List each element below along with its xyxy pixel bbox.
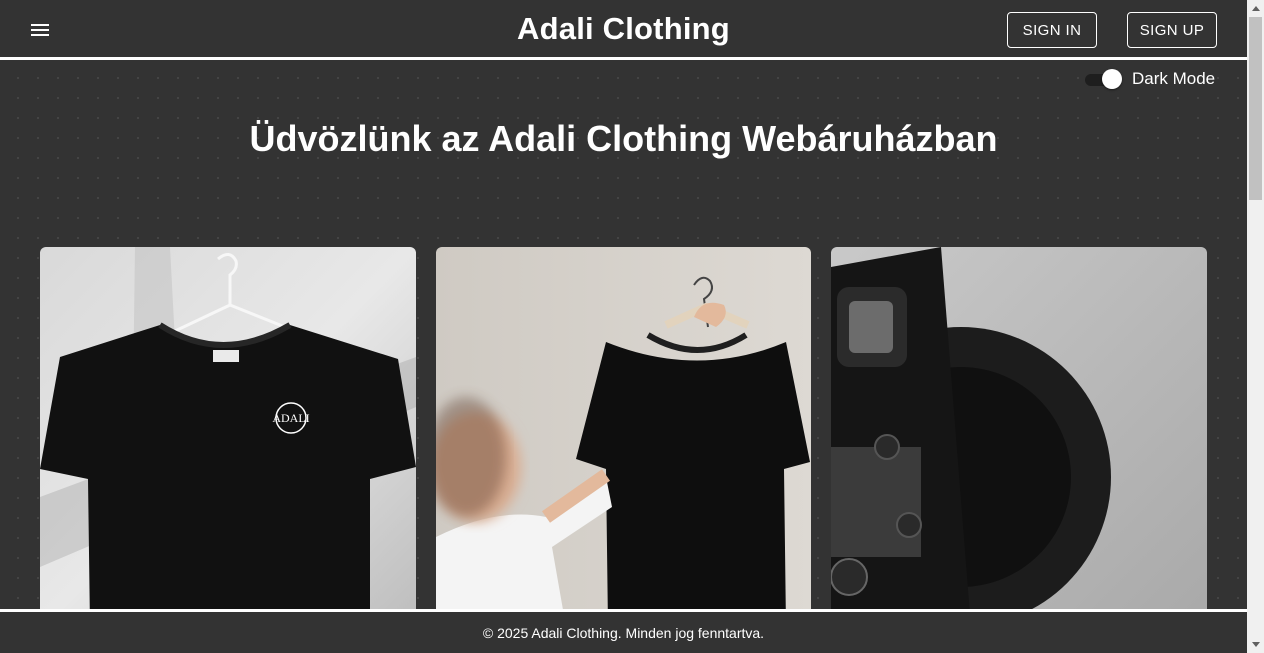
- svg-text:ADALI: ADALI: [272, 411, 309, 425]
- black-camera-photo: [831, 247, 1207, 627]
- product-card-tshirt[interactable]: ADALI: [40, 247, 416, 627]
- vertical-scrollbar[interactable]: [1247, 0, 1264, 653]
- welcome-heading: Üdvözlünk az Adali Clothing Webáruházban: [249, 118, 998, 159]
- top-app-bar: Adali Clothing SIGN IN SIGN UP: [0, 0, 1247, 60]
- dark-mode-toggle[interactable]: Dark Mode: [1084, 68, 1215, 90]
- page: Adali Clothing SIGN IN SIGN UP Dark Mode…: [0, 0, 1247, 653]
- hamburger-menu-icon[interactable]: [22, 16, 58, 44]
- sign-in-button[interactable]: SIGN IN: [1007, 12, 1097, 48]
- product-card-camera[interactable]: [831, 247, 1207, 627]
- product-card-person[interactable]: [436, 247, 811, 627]
- scrollbar-thumb[interactable]: [1249, 17, 1262, 200]
- page-footer: © 2025 Adali Clothing. Minden jog fennta…: [0, 609, 1247, 653]
- sign-up-button[interactable]: SIGN UP: [1127, 12, 1217, 48]
- copyright-text: © 2025 Adali Clothing. Minden jog fennta…: [482, 624, 765, 641]
- scroll-down-arrow-icon[interactable]: [1247, 636, 1264, 653]
- black-tshirt-on-hanger-photo: ADALI: [40, 247, 416, 627]
- switch-thumb: [1102, 69, 1122, 89]
- scroll-up-arrow-icon[interactable]: [1247, 0, 1264, 17]
- person-holding-black-tshirt-photo: [436, 247, 811, 627]
- dark-mode-switch[interactable]: [1084, 69, 1122, 89]
- dark-mode-label: Dark Mode: [1132, 69, 1216, 88]
